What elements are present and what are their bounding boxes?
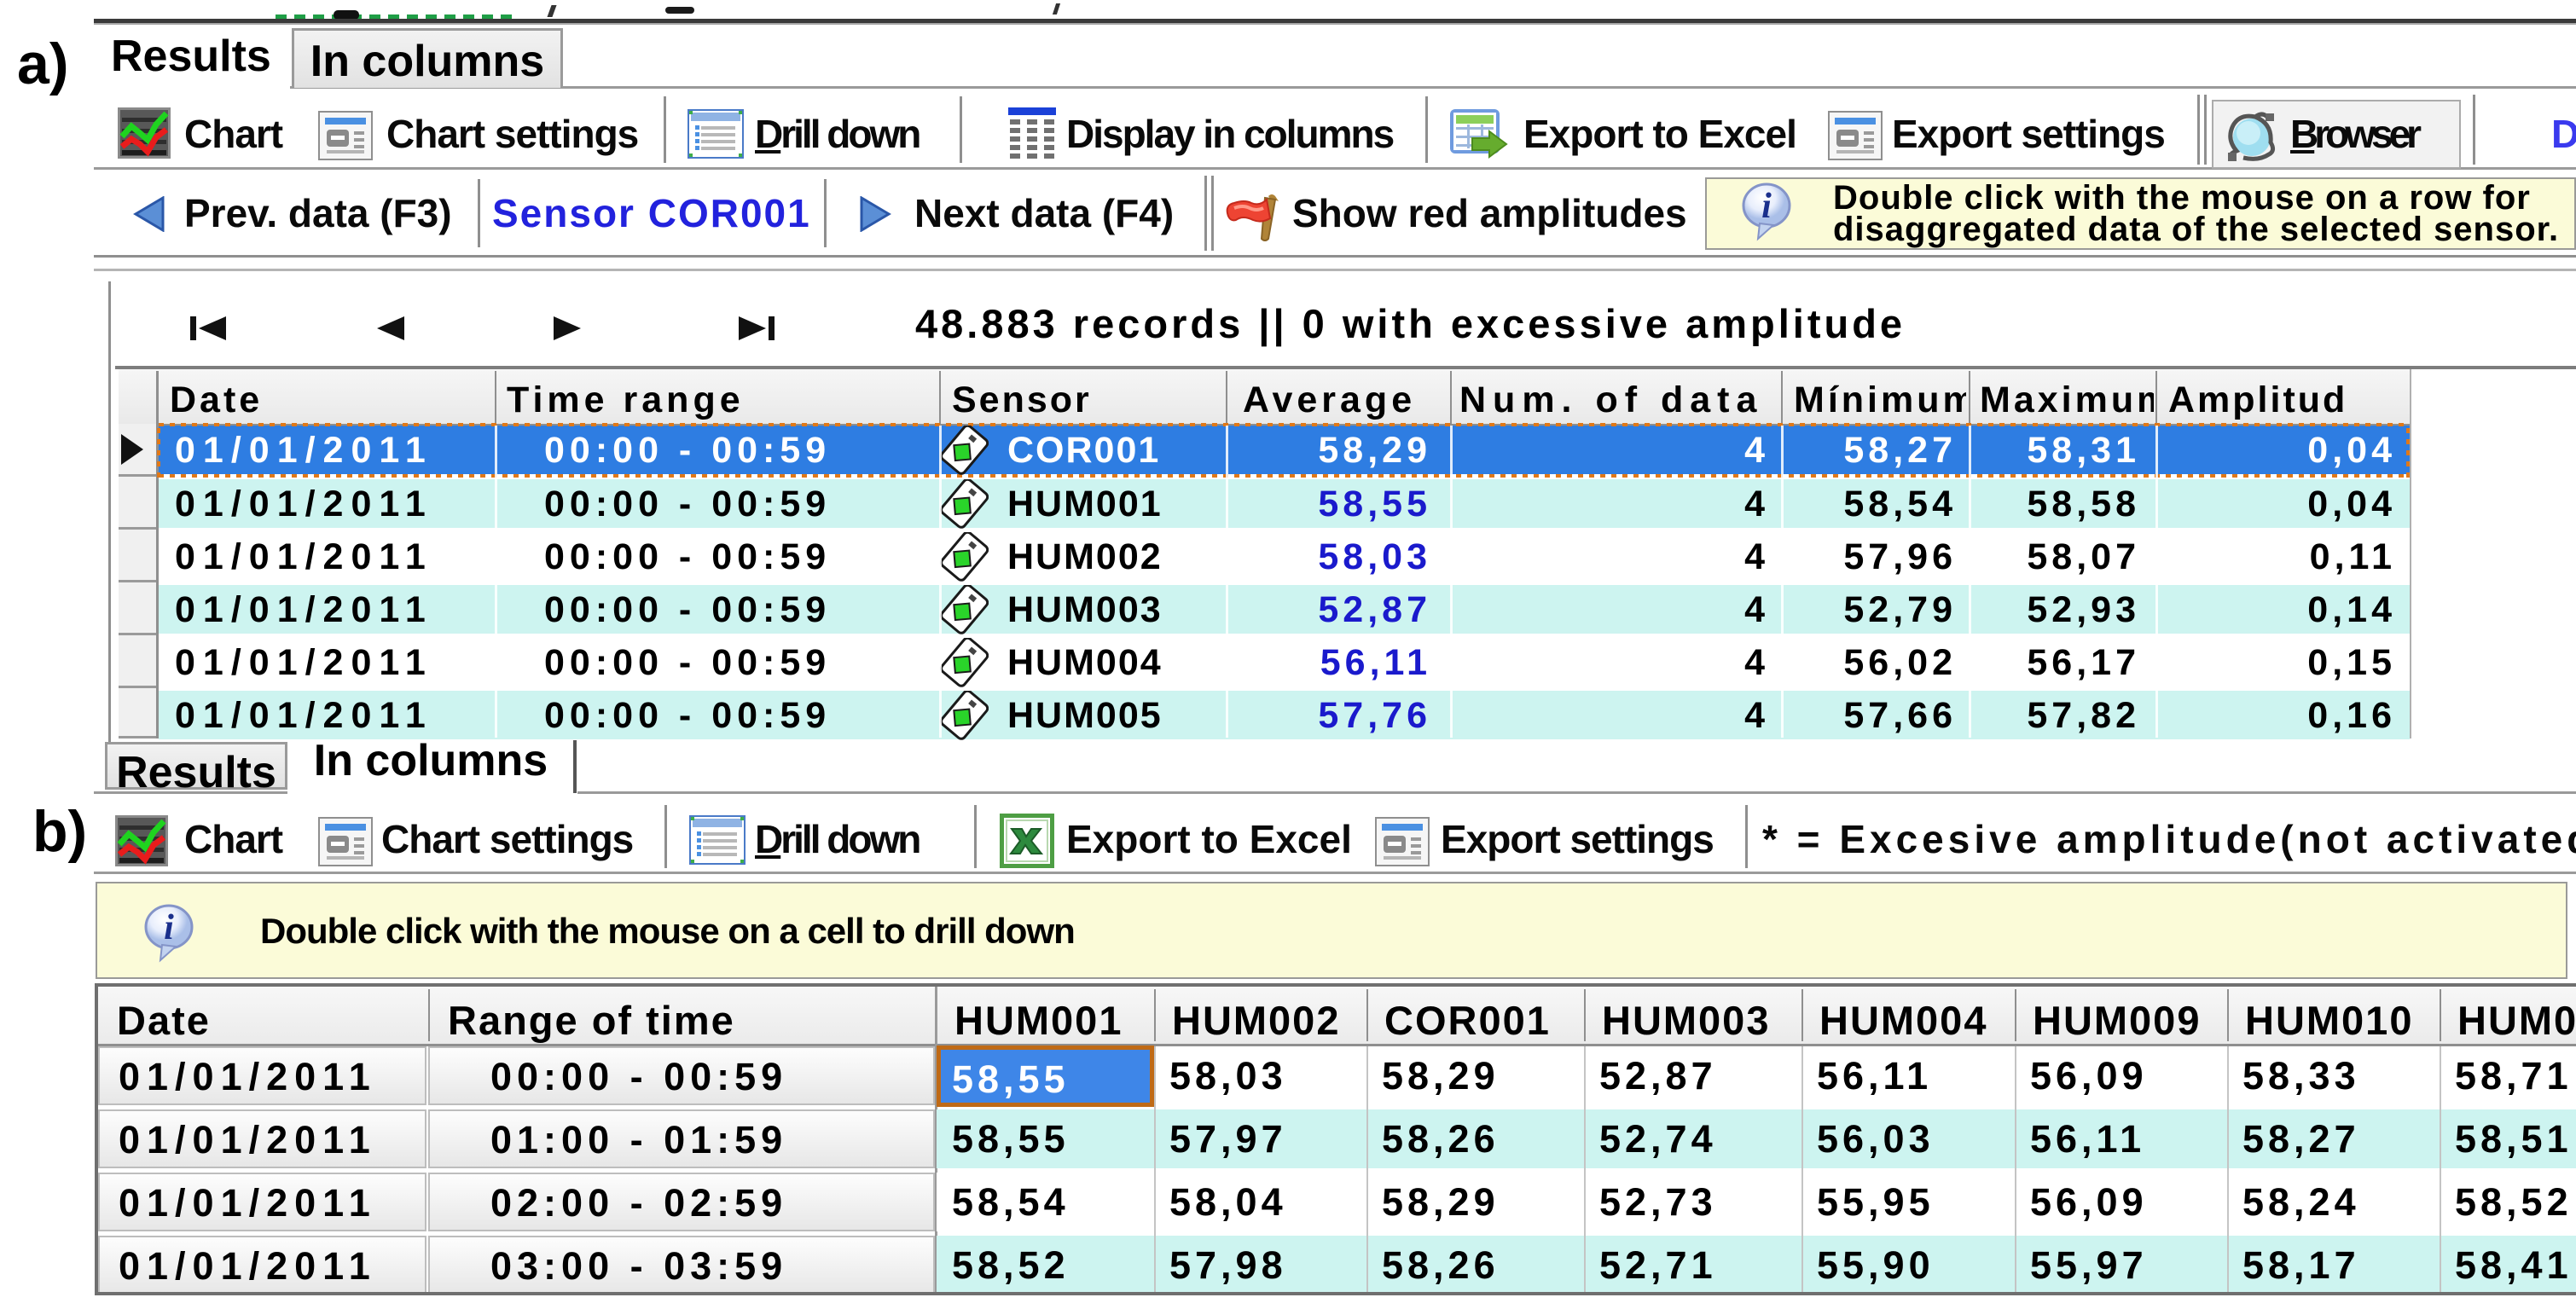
svg-text:i: i: [164, 908, 174, 947]
svg-text:i: i: [1761, 187, 1772, 226]
